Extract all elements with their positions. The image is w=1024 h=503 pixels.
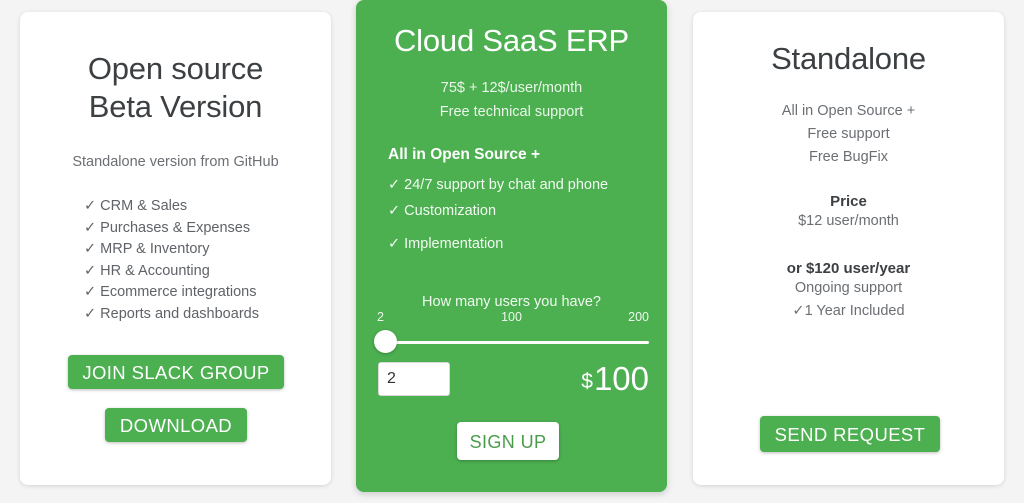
total-price: $100 xyxy=(581,359,649,402)
list-item: ✓ Customization xyxy=(388,199,649,225)
feature-label: CRM & Sales xyxy=(100,198,188,214)
check-icon: ✓ xyxy=(388,177,401,193)
check-icon: ✓ xyxy=(84,241,97,257)
plan-title-line-2: Beta Version xyxy=(88,89,263,124)
price-monthly: $12 user/month xyxy=(798,213,899,229)
plan-card-open-source: Open source Beta Version Standalone vers… xyxy=(20,12,331,485)
plan-support-line: Free technical support xyxy=(439,104,584,120)
check-icon: ✓ xyxy=(84,305,97,322)
slider-tick-labels: 2 100 200 xyxy=(374,310,649,326)
feature-label: Customization xyxy=(404,202,497,219)
feature-label: Ecommerce integrations xyxy=(100,284,257,300)
slider-tick-max: 200 xyxy=(628,310,649,324)
check-icon: ✓ xyxy=(388,202,401,219)
sign-up-button[interactable]: SIGN UP xyxy=(457,422,559,460)
feature-label: 24/7 support by chat and phone xyxy=(404,177,609,193)
download-button[interactable]: DOWNLOAD xyxy=(105,408,247,442)
feature-label: HR & Accounting xyxy=(100,262,210,279)
slider-track-wrapper[interactable] xyxy=(374,330,649,354)
slider-question-label: How many users you have? xyxy=(422,293,601,310)
list-item: ✓ CRM & Sales xyxy=(84,196,313,218)
list-item: ✓ Purchases & Expenses xyxy=(84,218,313,240)
feature-label: Implementation xyxy=(404,236,504,252)
check-icon: ✓ xyxy=(388,236,401,252)
user-count-slider[interactable]: 2 100 200 xyxy=(374,310,649,354)
price-yearly: or $120 user/year xyxy=(786,260,911,277)
plan-pricing-summary: 75$ + 12$/user/month Free technical supp… xyxy=(374,76,649,124)
plan-subtitle-open-source: Standalone version from GitHub xyxy=(72,154,279,170)
list-item: ✓ MRP & Inventory xyxy=(84,239,313,261)
plan-card-cloud-saas-erp: Cloud SaaS ERP 75$ + 12$/user/month Free… xyxy=(356,0,667,492)
slider-tick-mid: 100 xyxy=(501,310,522,324)
feature-list-open-source: ✓ CRM & Sales ✓ Purchases & Expenses ✓ MRP … xyxy=(38,196,313,325)
plan-title-standalone: Standalone xyxy=(771,41,926,76)
slider-tick-min: 2 xyxy=(377,310,384,324)
list-item: ✓ Implementation xyxy=(388,232,649,258)
slider-track[interactable] xyxy=(382,341,649,344)
plan-title-open-source: Open source Beta Version xyxy=(38,12,313,126)
plan-title-line-1: Open source xyxy=(87,51,264,86)
extra-line-ongoing-support: Ongoing support xyxy=(794,280,903,296)
plan-subtitle-standalone: All in Open Source + Free support Free B… xyxy=(711,100,986,169)
subtitle-line: Free BugFix xyxy=(809,149,888,165)
feature-label: MRP & Inventory xyxy=(100,241,210,257)
send-request-button[interactable]: SEND REQUEST xyxy=(760,416,940,452)
list-item: ✓ HR & Accounting xyxy=(84,261,313,283)
extra-line-year-included: ✓1 Year Included xyxy=(792,303,905,319)
section-heading-all-in-open-source: All in Open Source + xyxy=(388,146,541,163)
pricing-plans-container: Open source Beta Version Standalone vers… xyxy=(0,0,1024,503)
join-slack-group-button[interactable]: JOIN SLACK GROUP xyxy=(68,355,284,389)
currency-symbol: $ xyxy=(581,370,593,393)
plan-price-line: 75$ + 12$/user/month xyxy=(440,80,583,96)
subtitle-line: All in Open Source + xyxy=(781,103,916,119)
check-icon: ✓ xyxy=(84,198,97,214)
slider-handle[interactable] xyxy=(374,330,397,353)
user-quantity-input[interactable] xyxy=(378,362,450,396)
quantity-and-total-row: $100 xyxy=(374,360,649,398)
check-icon: ✓ xyxy=(84,219,97,236)
list-item: ✓ 24/7 support by chat and phone xyxy=(388,173,649,199)
list-item: ✓ Ecommerce integrations xyxy=(84,282,313,304)
check-icon: ✓ xyxy=(84,284,97,300)
feature-label: Reports and dashboards xyxy=(100,305,259,322)
feature-label: Purchases & Expenses xyxy=(100,219,251,236)
check-icon: ✓ xyxy=(84,262,97,279)
price-heading: Price xyxy=(830,193,867,210)
total-amount: 100 xyxy=(593,360,649,397)
feature-list-cloud-saas: ✓ 24/7 support by chat and phone ✓ Customi… xyxy=(374,173,649,258)
plan-card-standalone: Standalone All in Open Source + Free sup… xyxy=(693,12,1004,485)
plan-title-cloud-saas: Cloud SaaS ERP xyxy=(394,23,629,58)
subtitle-line: Free support xyxy=(807,126,890,142)
list-item: ✓ Reports and dashboards xyxy=(84,304,313,326)
